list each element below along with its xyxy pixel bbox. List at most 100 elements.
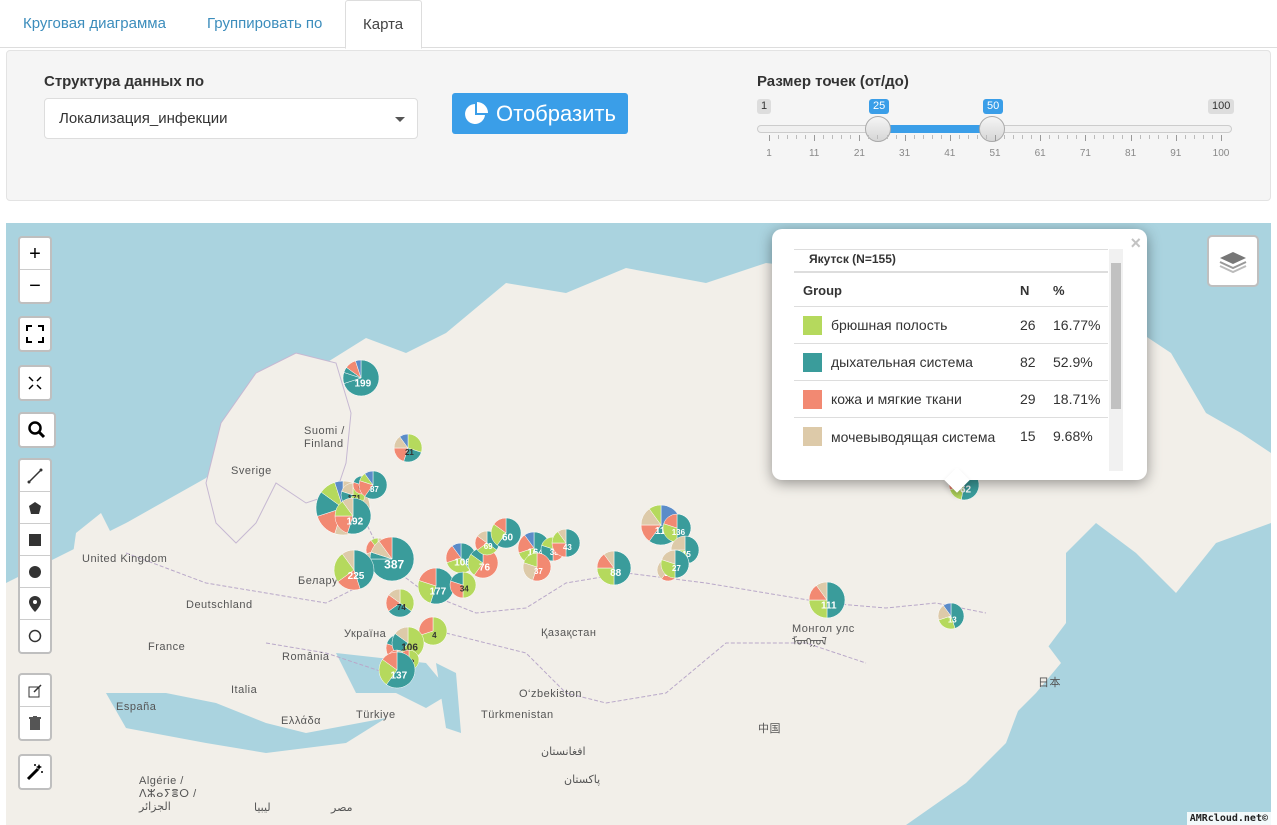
tab-map[interactable]: Карта (345, 0, 422, 49)
slider-tick-label: 21 (853, 148, 865, 159)
slider-tick (1130, 135, 1132, 141)
reset-view-button[interactable] (20, 367, 50, 399)
pie-label: 137 (390, 670, 407, 681)
edit-toolbar (18, 673, 52, 741)
display-button[interactable]: Отобразить (452, 93, 628, 134)
popup-title: Якутск (N=155) (794, 249, 1108, 271)
popup-row: брюшная полость 26 16.77% (794, 306, 1108, 343)
collapse-icon (28, 376, 42, 390)
slider-min-badge: 1 (757, 99, 772, 114)
pie-marker[interactable]: 177 (417, 567, 455, 605)
edit-layers-button[interactable] (20, 675, 50, 707)
slider-tick-label: 81 (1125, 148, 1137, 159)
pie-label: 27 (672, 564, 681, 573)
pie-label: 43 (563, 543, 572, 552)
close-icon[interactable]: × (1130, 233, 1141, 254)
slider-minor-tick (1013, 135, 1015, 139)
pie-marker[interactable]: 199 (342, 359, 380, 397)
layers-icon (1219, 252, 1247, 274)
pie-label: 60 (502, 532, 514, 543)
zoom-in-button[interactable]: + (20, 238, 50, 270)
draw-polyline-button[interactable] (20, 460, 50, 492)
pie-marker[interactable]: 111 (808, 581, 846, 619)
slider-minor-tick (1184, 135, 1186, 139)
popup-row: мочевыводящая система 15 9.68% (794, 417, 1108, 469)
slider-tick-label: 1 (766, 148, 772, 159)
header-pct: % (1053, 283, 1065, 298)
pie-label: 13 (948, 616, 957, 625)
group-n: 29 (1020, 391, 1036, 407)
slider-tick (1175, 135, 1177, 141)
pie-marker[interactable]: 87 (358, 470, 388, 500)
delete-layers-button[interactable] (20, 707, 50, 739)
color-swatch (803, 353, 822, 372)
slider-tick (1085, 135, 1087, 141)
slider-tick (1040, 135, 1042, 141)
popup-table-header: Group N % (794, 271, 1108, 306)
slider-tick-label: 11 (808, 148, 820, 159)
marker-icon (29, 595, 41, 612)
draw-marker-button[interactable] (20, 588, 50, 620)
slider-minor-tick (868, 135, 870, 139)
pie-marker[interactable]: 37 (522, 552, 552, 582)
slider-minor-tick (985, 135, 987, 139)
slider-tick-label: 51 (989, 148, 1001, 159)
draw-toolbar (18, 458, 52, 654)
slider-minor-tick (1148, 135, 1150, 139)
popup-scroll-thumb[interactable] (1111, 263, 1121, 409)
draw-circlemarker-button[interactable] (20, 620, 50, 652)
pie-marker[interactable]: 387 (369, 536, 415, 582)
slider-minor-tick (940, 135, 942, 139)
pie-marker[interactable]: 192 (334, 497, 372, 535)
map-view[interactable]: Suomi / Finland Sverige United Kingdom Deut… (6, 223, 1271, 825)
slider-tick-label: 41 (944, 148, 956, 159)
layers-button[interactable] (1207, 235, 1259, 287)
slider-tick (904, 135, 906, 141)
magic-wand-button[interactable] (20, 756, 50, 788)
fullscreen-button[interactable] (20, 318, 50, 350)
structure-select[interactable]: Локализация_инфекции (44, 98, 418, 139)
pie-marker[interactable]: 34 (449, 571, 477, 599)
slider-minor-tick (1121, 135, 1123, 139)
group-pct: 16.77% (1053, 317, 1101, 333)
pie-marker[interactable]: 43 (551, 528, 581, 558)
slider-tick (859, 135, 861, 141)
pie-marker[interactable]: 60 (490, 517, 522, 549)
color-swatch (803, 427, 822, 446)
tab-pie-chart[interactable]: Круговая диаграмма (6, 0, 183, 48)
pie-label: 88 (610, 568, 622, 579)
search-button[interactable] (20, 414, 54, 446)
pie-label: 4 (432, 631, 437, 640)
pie-marker[interactable]: 21 (393, 433, 423, 463)
display-button-label: Отобразить (496, 101, 616, 126)
tab-group-by[interactable]: Группировать по (190, 0, 339, 48)
pie-marker[interactable]: 225 (333, 549, 375, 591)
pie-marker[interactable]: 27 (660, 549, 690, 579)
search-control (18, 412, 56, 448)
slider-minor-tick (1031, 135, 1033, 139)
pie-marker[interactable]: 13 (937, 602, 965, 630)
zoom-out-button[interactable]: − (20, 270, 50, 302)
slider-minor-tick (1049, 135, 1051, 139)
group-n: 15 (1020, 428, 1036, 444)
slider-tick-label: 91 (1170, 148, 1182, 159)
slider-minor-tick (958, 135, 960, 139)
pie-label: 136 (672, 528, 686, 537)
slider-handle-to[interactable] (979, 116, 1005, 142)
pie-marker[interactable]: 88 (596, 550, 632, 586)
draw-circle-button[interactable] (20, 556, 50, 588)
attribution[interactable]: AMRcloud.net© (1186, 812, 1271, 825)
slider-tick (769, 135, 770, 141)
slider-tick-label: 61 (1034, 148, 1046, 159)
slider-from-badge: 25 (869, 99, 890, 114)
popup-scrollbar[interactable] (1109, 249, 1123, 471)
group-name: мочевыводящая система (831, 429, 996, 445)
header-n: N (1020, 283, 1030, 298)
color-swatch (803, 316, 822, 335)
search-icon (28, 421, 46, 439)
pie-marker[interactable]: 74 (385, 588, 415, 618)
draw-polygon-button[interactable] (20, 492, 50, 524)
pie-marker[interactable]: 137 (378, 651, 416, 689)
slider-minor-tick (787, 135, 789, 139)
draw-rectangle-button[interactable] (20, 524, 50, 556)
